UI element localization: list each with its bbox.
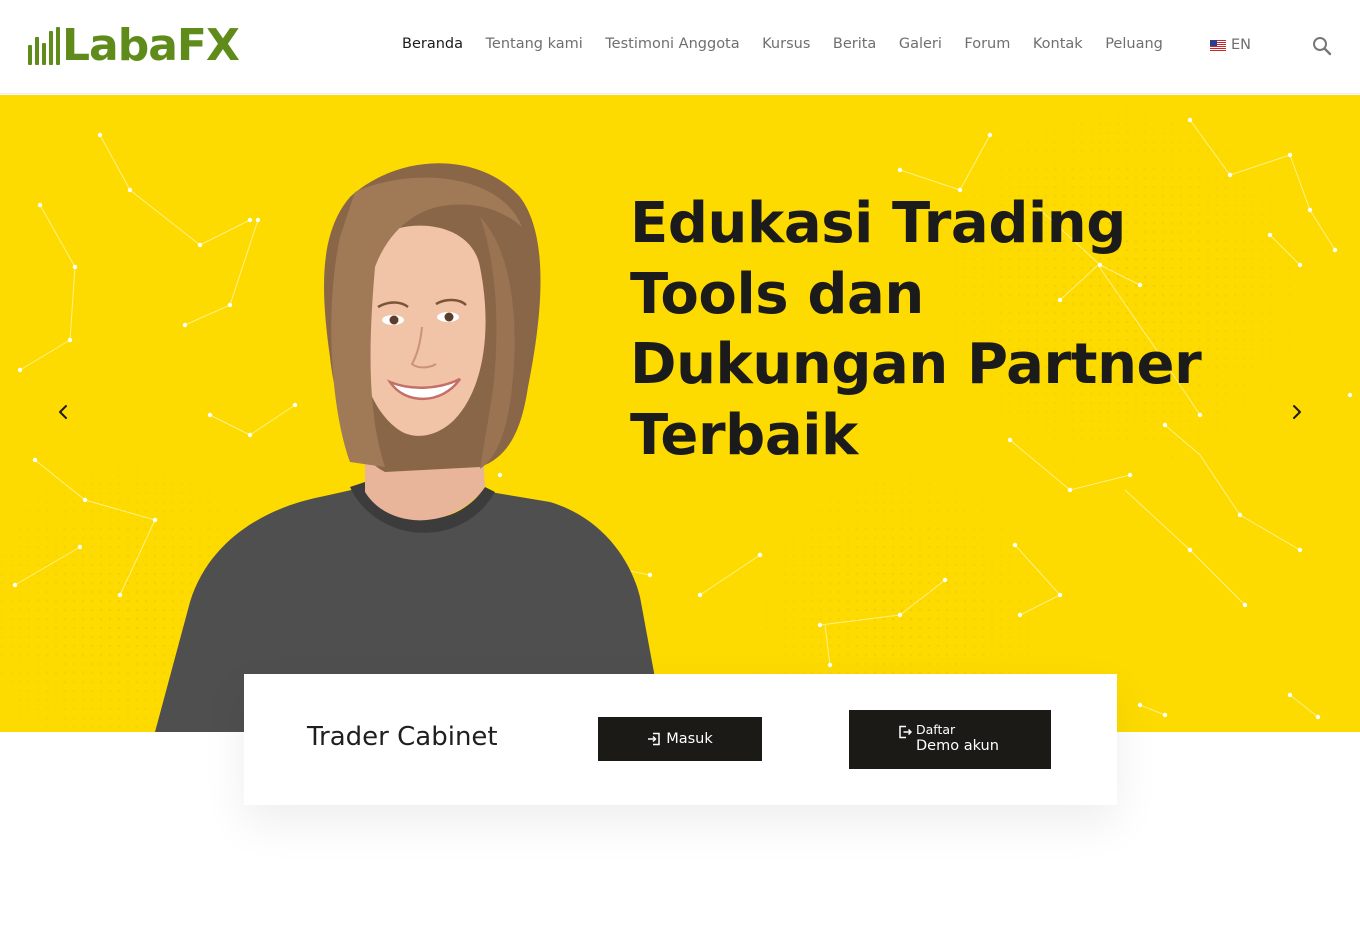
login-button[interactable]: Masuk <box>598 717 762 761</box>
nav-item-peluang[interactable]: Peluang <box>1105 36 1163 52</box>
demo-account-label: Demo akun <box>916 738 999 754</box>
trader-cabinet-title: Trader Cabinet <box>307 722 498 752</box>
nav-item-testimoni-anggota[interactable]: Testimoni Anggota <box>605 36 739 52</box>
chevron-right-icon[interactable] <box>1282 397 1312 427</box>
hero-headline-line-3: Dukungan Partner <box>630 332 1202 397</box>
nav-item-tentang-kami[interactable]: Tentang kami <box>486 36 583 52</box>
trader-cabinet-card: Trader Cabinet Masuk Daftar Demo akun <box>244 674 1117 805</box>
site-header: LabaFX Beranda Tentang kami Testimoni An… <box>0 0 1360 94</box>
nav-item-berita[interactable]: Berita <box>833 36 876 52</box>
hero-headline: Edukasi Trading Tools dan Dukungan Partn… <box>630 189 1230 471</box>
nav-item-galeri[interactable]: Galeri <box>899 36 942 52</box>
logout-icon <box>899 725 912 739</box>
login-icon <box>648 732 660 746</box>
language-label: EN <box>1231 37 1252 53</box>
chevron-left-icon[interactable] <box>48 397 78 427</box>
logo-text: LabaFX <box>62 20 240 71</box>
nav-item-kursus[interactable]: Kursus <box>762 36 810 52</box>
us-flag-icon <box>1210 39 1226 51</box>
register-label: Daftar <box>916 722 956 737</box>
woman-portrait-image <box>155 163 665 732</box>
search-icon[interactable] <box>1312 36 1332 56</box>
language-switcher[interactable]: EN <box>1210 37 1251 53</box>
register-demo-account-button[interactable]: Daftar Demo akun <box>849 710 1051 769</box>
hero-headline-line-1: Edukasi Trading <box>630 191 1126 256</box>
main-nav: Beranda Tentang kami Testimoni Anggota K… <box>402 36 1185 52</box>
nav-item-kontak[interactable]: Kontak <box>1033 36 1083 52</box>
labafx-logo[interactable]: LabaFX <box>28 20 240 71</box>
hero-slider: Edukasi Trading Tools dan Dukungan Partn… <box>0 95 1360 732</box>
hero-headline-line-4: Terbaik <box>630 402 858 468</box>
hero-headline-line-2: Tools dan <box>630 261 924 327</box>
nav-item-beranda[interactable]: Beranda <box>402 36 463 52</box>
bar-chart-icon <box>28 25 60 65</box>
nav-item-forum[interactable]: Forum <box>964 36 1010 52</box>
login-button-label: Masuk <box>666 731 713 747</box>
